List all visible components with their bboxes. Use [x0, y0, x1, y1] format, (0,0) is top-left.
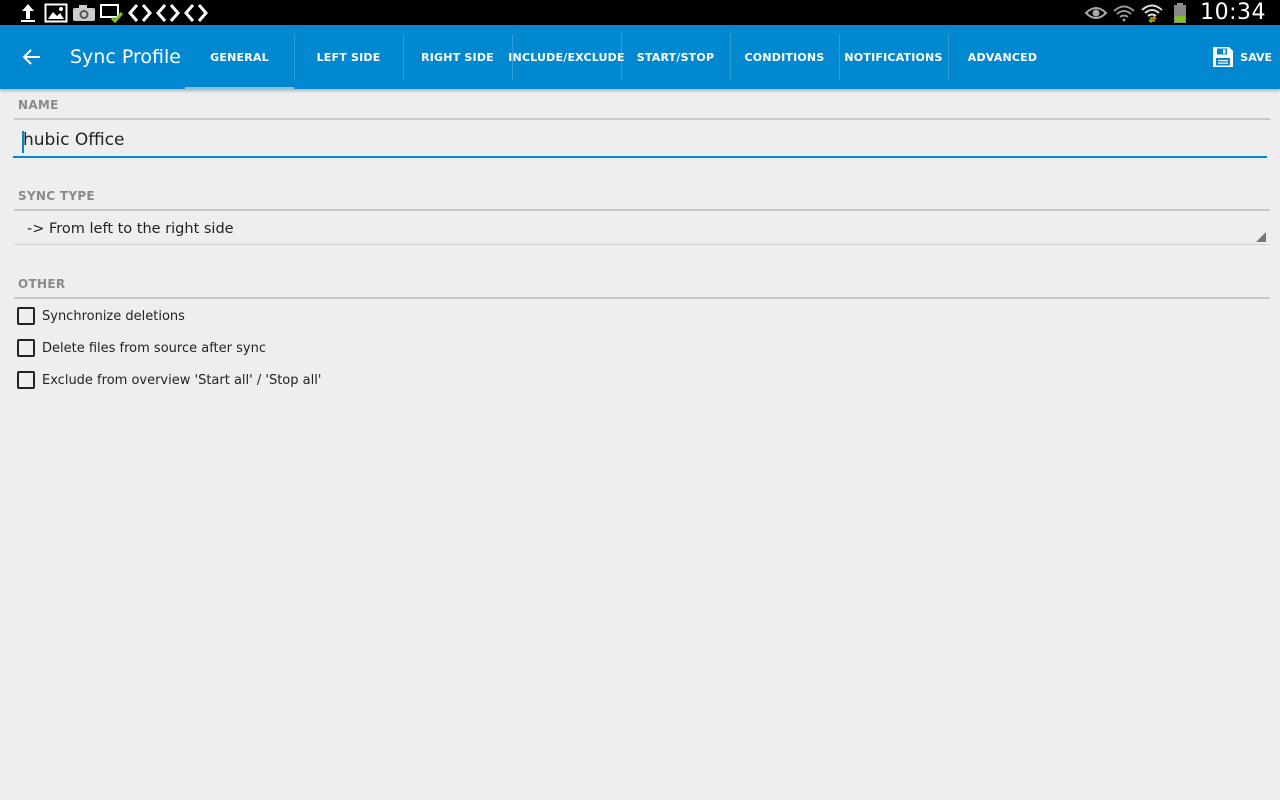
- sync-arrows-icon: [126, 2, 154, 24]
- delete-files-checkbox[interactable]: [17, 339, 35, 357]
- wifi-signal-icon: [1138, 2, 1166, 24]
- tab-conditions[interactable]: CONDITIONS: [730, 25, 839, 89]
- camera-icon: [70, 2, 98, 24]
- synchronize-deletions-checkbox[interactable]: [17, 307, 35, 325]
- cast-check-icon: [98, 2, 126, 24]
- text-cursor: [22, 131, 24, 153]
- exclude-overview-option[interactable]: Exclude from overview 'Start all' / 'Sto…: [17, 369, 321, 391]
- sync-arrows-icon: [182, 2, 210, 24]
- delete-files-option[interactable]: Delete files from source after sync: [17, 337, 266, 359]
- tab-bar: GENERAL LEFT SIDE RIGHT SIDE INCLUDE/EXC…: [185, 25, 1057, 89]
- sync-type-dropdown[interactable]: -> From left to the right side: [14, 215, 1270, 245]
- other-section-header: OTHER: [18, 277, 66, 291]
- divider: [14, 209, 1270, 211]
- wifi-icon: [1110, 2, 1138, 24]
- floppy-disk-icon: [1213, 47, 1234, 67]
- tab-general[interactable]: GENERAL: [185, 25, 294, 89]
- tab-start-stop[interactable]: START/STOP: [621, 25, 730, 89]
- sync-arrows-icon: [154, 2, 182, 24]
- sync-type-section-header: SYNC TYPE: [18, 189, 95, 203]
- eye-icon: [1082, 2, 1110, 24]
- dropdown-corner-icon: [1256, 232, 1266, 242]
- system-icons: 10:34: [1082, 0, 1280, 25]
- arrow-left-icon: [23, 49, 40, 65]
- app-bar: Sync Profile GENERAL LEFT SIDE RIGHT SID…: [0, 25, 1280, 89]
- tab-right-side[interactable]: RIGHT SIDE: [403, 25, 512, 89]
- name-section-header: NAME: [18, 98, 59, 112]
- divider: [14, 297, 1270, 299]
- tab-notifications[interactable]: NOTIFICATIONS: [839, 25, 948, 89]
- exclude-overview-label: Exclude from overview 'Start all' / 'Sto…: [42, 372, 322, 388]
- exclude-overview-checkbox[interactable]: [17, 371, 35, 389]
- tab-advanced[interactable]: ADVANCED: [948, 25, 1057, 89]
- sync-type-value: -> From left to the right side: [27, 221, 234, 237]
- save-label: SAVE: [1240, 50, 1272, 64]
- battery-icon: [1166, 2, 1194, 24]
- tab-left-side[interactable]: LEFT SIDE: [294, 25, 403, 89]
- status-bar: 10:34: [0, 0, 1280, 25]
- divider: [14, 118, 1270, 120]
- delete-files-label: Delete files from source after sync: [42, 340, 266, 356]
- synchronize-deletions-option[interactable]: Synchronize deletions: [17, 305, 185, 327]
- clock: 10:34: [1200, 0, 1266, 25]
- synchronize-deletions-label: Synchronize deletions: [42, 308, 185, 324]
- notification-icons: [0, 0, 210, 25]
- tab-include-exclude[interactable]: INCLUDE/EXCLUDE: [508, 25, 625, 89]
- page-title: Sync Profile: [70, 46, 181, 68]
- save-button[interactable]: SAVE: [1206, 25, 1272, 89]
- upload-icon: [14, 2, 42, 24]
- back-button[interactable]: [0, 25, 64, 89]
- image-icon: [42, 2, 70, 24]
- name-input[interactable]: [13, 124, 1267, 158]
